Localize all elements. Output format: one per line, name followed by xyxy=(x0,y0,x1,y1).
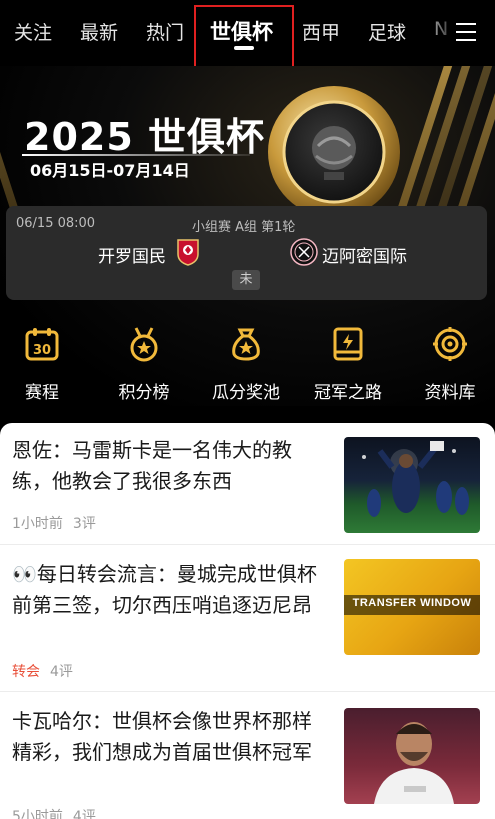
news-comments: 3评 xyxy=(72,516,96,532)
thumbnail-text: TRANSFER WINDOW xyxy=(352,597,472,609)
match-status-badge: 未 xyxy=(232,270,260,290)
quick-menu-label: 积分榜 xyxy=(118,383,170,403)
al-ahly-crest-icon xyxy=(176,238,200,266)
quick-menu-label: 瓜分奖池 xyxy=(212,383,280,403)
trophy-emblem-icon xyxy=(262,80,406,224)
tab-football[interactable]: 足球 xyxy=(368,18,406,45)
news-meta: 1小时前 3评 xyxy=(12,513,96,533)
match-stage: 小组赛 A组 第1轮 xyxy=(192,220,296,235)
news-meta: 转会 4评 xyxy=(12,661,73,681)
quick-menu-label: 赛程 xyxy=(25,383,59,403)
news-thumbnail xyxy=(344,708,480,804)
home-team-name: 开罗国民 xyxy=(98,247,166,267)
news-title: 恩佐：马雷斯卡是一名伟大的教练，他教会了我很多东西 xyxy=(12,438,292,493)
news-thumbnail xyxy=(344,437,480,533)
news-item[interactable]: 恩佐：马雷斯卡是一名伟大的教练，他教会了我很多东西 1小时前 3评 xyxy=(0,423,495,545)
app-screen: 关注 最新 热门 世俱杯 西甲 足球 N xyxy=(0,0,495,819)
svg-text:30: 30 xyxy=(33,343,51,358)
hero-date-range: 06月15日-07月14日 xyxy=(30,161,190,180)
news-tag: 转会 xyxy=(12,664,40,680)
tab-follow[interactable]: 关注 xyxy=(14,18,52,45)
inter-miami-crest-icon xyxy=(290,238,318,266)
news-time: 5小时前 xyxy=(12,809,63,819)
quick-menu-schedule[interactable]: 30 赛程 xyxy=(2,326,82,406)
target-icon xyxy=(432,326,468,362)
away-team-name: 迈阿密国际 xyxy=(322,247,407,267)
news-comments: 4评 xyxy=(72,809,96,819)
news-title: 卡瓦哈尔：世俱杯会像世界杯那样精彩，我们想成为首届世俱杯冠军 xyxy=(12,709,312,764)
calendar-icon: 30 xyxy=(24,326,60,362)
menu-icon[interactable] xyxy=(454,20,478,44)
news-item[interactable]: 👀每日转会流言：曼城完成世俱杯前第三签，切尔西压哨追逐迈尼昂 转会 4评 TRAN… xyxy=(0,545,495,692)
hero-title: 2025 世俱杯 xyxy=(24,115,265,159)
highlight-box xyxy=(194,5,294,69)
tab-laliga[interactable]: 西甲 xyxy=(302,18,340,45)
quick-menu-label: 冠军之路 xyxy=(314,383,382,403)
news-time: 1小时前 xyxy=(12,516,63,532)
tab-hot[interactable]: 热门 xyxy=(146,18,184,45)
quick-menu-database[interactable]: 资料库 xyxy=(410,326,490,406)
quick-menu-label: 资料库 xyxy=(424,383,476,403)
medal-icon xyxy=(126,326,162,362)
news-feed: 恩佐：马雷斯卡是一名伟大的教练，他教会了我很多东西 1小时前 3评 👀每日转会流… xyxy=(0,423,495,819)
match-card[interactable]: 06/15 08:00 小组赛 A组 第1轮 开罗国民 迈阿密国际 未 xyxy=(6,206,487,300)
tab-latest[interactable]: 最新 xyxy=(80,18,118,45)
news-comments: 4评 xyxy=(50,664,73,680)
news-thumbnail: TRANSFER WINDOW xyxy=(344,559,480,655)
quick-menu-prize-pool[interactable]: 瓜分奖池 xyxy=(206,326,286,406)
top-tab-bar: 关注 最新 热门 世俱杯 西甲 足球 N xyxy=(0,0,495,69)
quick-menu-standings[interactable]: 积分榜 xyxy=(104,326,184,406)
news-item[interactable]: 卡瓦哈尔：世俱杯会像世界杯那样精彩，我们想成为首届世俱杯冠军 5小时前 4评 xyxy=(0,692,495,819)
news-title: 👀每日转会流言：曼城完成世俱杯前第三签，切尔西压哨追逐迈尼昂 xyxy=(12,562,317,617)
hero-divider xyxy=(22,154,250,156)
quick-menu-road-to-title[interactable]: 冠军之路 xyxy=(308,326,388,406)
news-meta: 5小时前 4评 xyxy=(12,806,96,819)
road-ticket-icon xyxy=(330,326,366,362)
match-time: 06/15 08:00 xyxy=(16,216,96,231)
money-bag-icon xyxy=(228,326,264,362)
